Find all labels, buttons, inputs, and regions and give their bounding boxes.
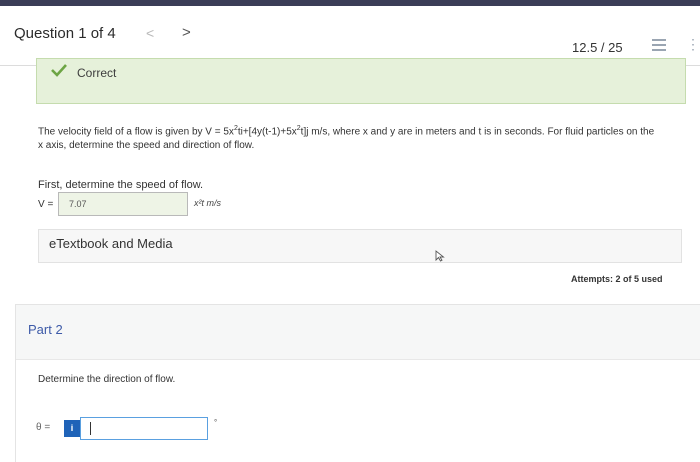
problem-statement: The velocity field of a flow is given by… — [38, 125, 655, 152]
text-caret — [90, 422, 91, 435]
speed-answer-field[interactable]: 7.07 — [58, 192, 188, 216]
correct-label: Correct — [77, 66, 117, 80]
next-question-button[interactable]: > — [182, 24, 191, 41]
mouse-cursor-icon — [435, 250, 445, 262]
speed-answer-value: 7.07 — [69, 199, 87, 209]
degree-unit: ° — [214, 418, 218, 427]
attempts-counter: Attempts: 2 of 5 used — [571, 274, 663, 284]
etextbook-label: eTextbook and Media — [49, 236, 173, 251]
question-title: Question 1 of 4 — [14, 25, 116, 42]
etextbook-media-button[interactable]: eTextbook and Media — [38, 229, 682, 263]
part2-body: Determine the direction of flow. θ = i ° — [16, 359, 700, 462]
more-vertical-icon[interactable]: ⋮ — [686, 37, 700, 51]
correct-banner: Correct — [36, 58, 686, 104]
part2-title: Part 2 — [28, 322, 63, 337]
part2-panel: Part 2 Determine the direction of flow. … — [15, 304, 700, 462]
list-icon[interactable] — [652, 39, 666, 52]
question-header: Question 1 of 4 < > 12.5 / 25 ⋮ — [0, 6, 700, 66]
theta-label: θ = — [36, 422, 51, 433]
score-display: 12.5 / 25 — [572, 40, 623, 55]
velocity-label: V = — [38, 199, 54, 210]
part1-prompt: First, determine the speed of flow. — [38, 179, 204, 191]
direction-input[interactable] — [80, 417, 208, 440]
previous-question-button[interactable]: < — [146, 25, 154, 41]
part2-prompt: Determine the direction of flow. — [38, 374, 176, 385]
checkmark-icon — [51, 64, 67, 77]
speed-unit: x²t m/s — [194, 198, 221, 208]
info-icon[interactable]: i — [64, 420, 80, 437]
